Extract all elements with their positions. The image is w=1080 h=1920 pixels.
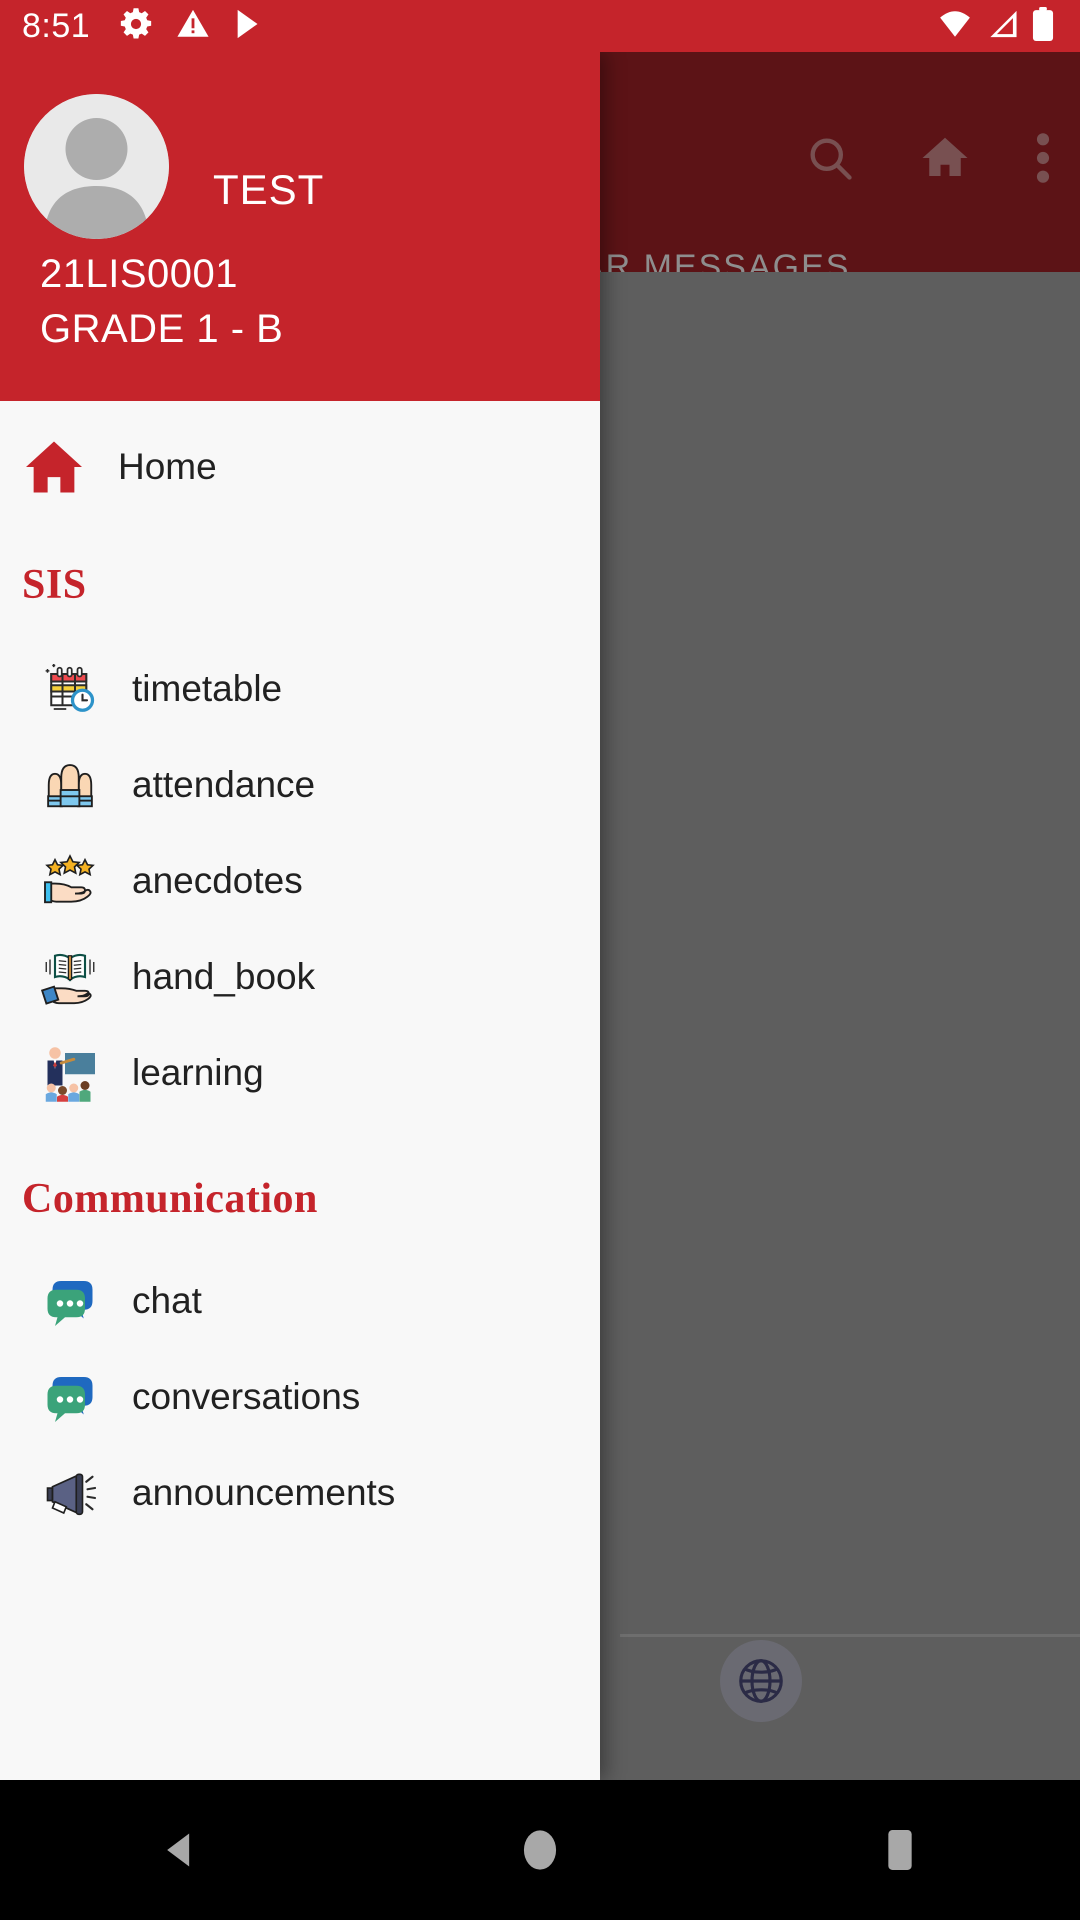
- section-title-communication: Communication: [22, 1176, 318, 1222]
- wifi-icon: [938, 9, 972, 44]
- cellular-signal-icon: [986, 9, 1018, 44]
- drawer-item-learning-label: learning: [132, 1052, 264, 1093]
- profile-grade: GRADE 1 - B: [40, 307, 284, 351]
- status-bar-clock: 8:51: [22, 6, 91, 45]
- calendar-clock-icon: [38, 657, 102, 721]
- drawer-menu: Home SIS timetable attendance anecdotes …: [0, 401, 600, 1780]
- content-divider: [620, 1634, 1080, 1637]
- chat-bubbles-icon: [38, 1269, 102, 1333]
- drawer-header: TEST 21LIS0001 GRADE 1 - B: [0, 52, 600, 401]
- drawer-item-attendance-label: attendance: [132, 764, 316, 805]
- search-icon[interactable]: [804, 132, 856, 189]
- drawer-item-home[interactable]: Home: [0, 415, 600, 519]
- warning-triangle-icon: [176, 7, 210, 46]
- back-button[interactable]: [100, 1780, 260, 1920]
- teacher-board-icon: [38, 1041, 102, 1105]
- drawer-item-announcements[interactable]: announcements: [0, 1445, 600, 1541]
- drawer-item-attendance[interactable]: attendance: [0, 737, 600, 833]
- profile-id: 21LIS0001: [40, 252, 239, 296]
- battery-icon: [1032, 6, 1054, 46]
- overflow-menu-icon[interactable]: [1034, 130, 1052, 191]
- home-icon[interactable]: [918, 131, 972, 190]
- globe-icon[interactable]: [720, 1640, 802, 1722]
- chat-bubbles-icon: [38, 1365, 102, 1429]
- recents-button[interactable]: [820, 1780, 980, 1920]
- drawer-item-handbook-label: hand_book: [132, 956, 316, 997]
- drawer-item-handbook[interactable]: hand_book: [0, 929, 600, 1025]
- gear-icon: [118, 6, 154, 47]
- drawer-item-anecdotes[interactable]: anecdotes: [0, 833, 600, 929]
- drawer-item-timetable-label: timetable: [132, 668, 283, 709]
- drawer-item-chat[interactable]: chat: [0, 1253, 600, 1349]
- status-bar-right-icons: [938, 6, 1054, 46]
- phone-screen: LAR MESSAGES TEST 21LIS0001 GRADE 1 - B …: [0, 0, 1080, 1920]
- house-icon: [22, 435, 86, 499]
- drawer-item-timetable[interactable]: timetable: [0, 641, 600, 737]
- system-navigation-bar: [0, 1780, 1080, 1920]
- play-store-icon: [232, 7, 266, 46]
- drawer-item-anecdotes-label: anecdotes: [132, 860, 303, 901]
- drawer-item-learning[interactable]: learning: [0, 1025, 600, 1121]
- avatar[interactable]: [24, 94, 169, 239]
- status-bar: 8:51: [0, 0, 1080, 52]
- drawer-item-home-label: Home: [118, 446, 217, 487]
- drawer-item-announcements-label: announcements: [132, 1472, 396, 1513]
- drawer-item-conversations[interactable]: conversations: [0, 1349, 600, 1445]
- drawer-item-chat-label: chat: [132, 1280, 202, 1321]
- open-book-hand-icon: [38, 945, 102, 1009]
- drawer-item-conversations-label: conversations: [132, 1376, 361, 1417]
- megaphone-icon: [38, 1461, 102, 1525]
- navigation-drawer: TEST 21LIS0001 GRADE 1 - B Home SIS time…: [0, 52, 600, 1780]
- hand-stars-icon: [38, 849, 102, 913]
- raised-hands-icon: [38, 753, 102, 817]
- section-title-sis: SIS: [22, 562, 87, 608]
- status-bar-left-icons: [118, 6, 266, 47]
- home-button[interactable]: [460, 1780, 620, 1920]
- app-bar-actions: [804, 130, 1052, 191]
- profile-name: TEST: [213, 166, 325, 213]
